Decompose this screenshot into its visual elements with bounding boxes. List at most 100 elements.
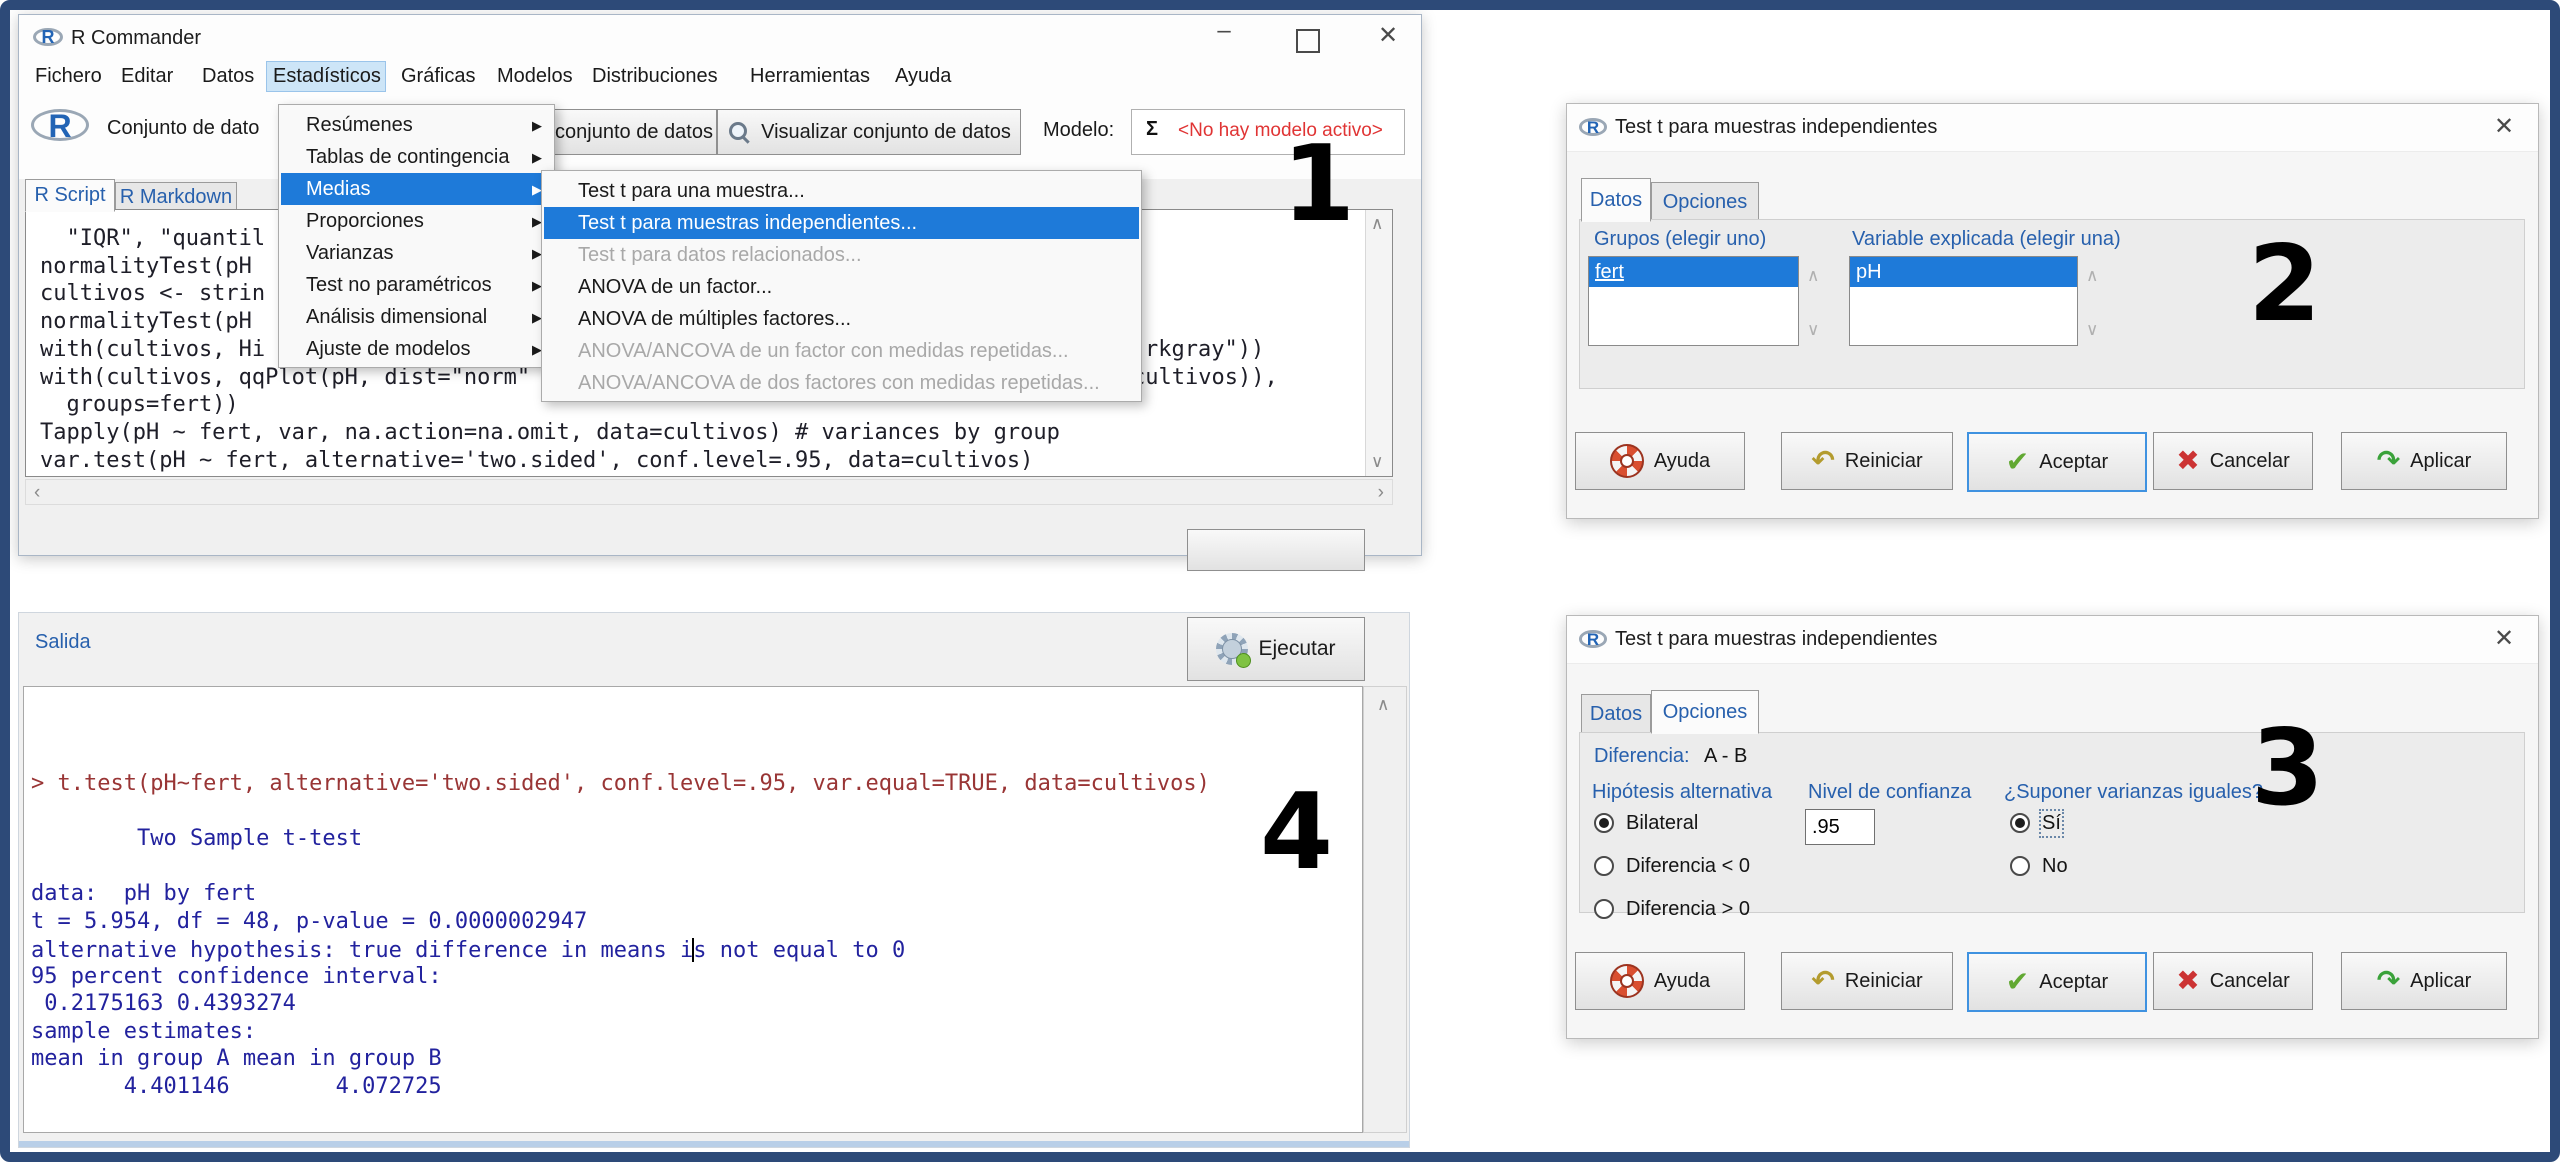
dialog-title: Test t para muestras independientes [1615,116,1937,139]
tab-opciones[interactable]: Opciones [1651,182,1759,222]
reiniciar-button[interactable]: ↶Reiniciar [1781,432,1953,490]
minimize-button[interactable]: – [1207,17,1241,45]
model-selector[interactable]: Σ <No hay modelo activo> [1131,109,1405,155]
close-button[interactable]: ✕ [1371,21,1405,50]
submenu-item-anova-un-factor[interactable]: ANOVA de un factor... [544,271,1139,303]
menu-ayuda[interactable]: Ayuda [895,65,951,88]
groups-label: Grupos (elegir uno) [1594,228,1766,251]
ayuda-label: Ayuda [1654,450,1710,473]
radio-diferencia-mayor-label[interactable]: Diferencia > 0 [1626,898,1750,921]
cancelar-button[interactable]: ✖Cancelar [2153,952,2313,1010]
output-vertical-scrollbar[interactable]: ∧ [1363,686,1407,1133]
menu-item-resumenes[interactable]: Resúmenes▶ [281,109,552,141]
aplicar-label: Aplicar [2410,970,2471,993]
script-vertical-scrollbar[interactable]: ∧ ∨ [1365,210,1392,476]
submenu-item-label: ANOVA/ANCOVA de un factor con medidas re… [578,335,1069,367]
edit-dataset-button[interactable]: conjunto de datos [551,109,717,155]
script-line: normalityTest(pH [40,254,265,279]
list-scroll-down-icon[interactable]: ∨ [1807,320,1819,340]
aplicar-button[interactable]: ↷Aplicar [2341,952,2507,1010]
groups-listbox[interactable]: fert [1588,256,1799,346]
submenu-item-anova-multiples-factores[interactable]: ANOVA de múltiples factores... [544,303,1139,335]
confidence-input[interactable] [1805,809,1875,845]
output-line: t = 5.954, df = 48, p-value = 0.00000029… [31,911,587,933]
aceptar-button[interactable]: ✔Aceptar [1967,952,2147,1012]
radio-no-label[interactable]: No [2042,855,2068,878]
menu-item-label: Proporciones [306,205,424,237]
response-item-label: pH [1856,261,1882,283]
tab-r-script[interactable]: R Script [25,179,115,212]
list-scroll-up-icon[interactable]: ∧ [2086,266,2098,286]
radio-no[interactable] [2010,856,2030,876]
menu-item-test-no-parametricos[interactable]: Test no paramétricos▶ [281,269,552,301]
close-icon: ✕ [2494,113,2514,140]
menu-editar[interactable]: Editar [121,65,173,88]
scroll-up-icon[interactable]: ∧ [1371,214,1383,234]
tab-datos[interactable]: Datos [1581,178,1651,222]
list-scroll-up-icon[interactable]: ∧ [1807,266,1819,286]
radio-diferencia-menor-label[interactable]: Diferencia < 0 [1626,855,1750,878]
submenu-item-test-t-datos-relacionados: Test t para datos relacionados... [544,239,1139,271]
green-check-icon: ✔ [2006,448,2029,476]
maximize-icon [1296,29,1320,53]
ayuda-label: Ayuda [1654,970,1710,993]
radio-bilateral-label[interactable]: Bilateral [1626,812,1698,835]
script-line-fragment: rkgray")) [1145,339,1264,361]
dataset-label: Conjunto de dato [107,117,259,140]
dataset-r-logo-icon[interactable]: R [31,103,89,149]
r-logo-letter: R [1579,630,1607,650]
reiniciar-button[interactable]: ↶Reiniciar [1781,952,1953,1010]
tab-datos[interactable]: Datos [1581,694,1651,734]
tab-r-markdown[interactable]: R Markdown [115,182,237,212]
radio-diferencia-mayor[interactable] [1594,899,1614,919]
list-scroll-down-icon[interactable]: ∨ [2086,320,2098,340]
menu-graficas[interactable]: Gráficas [401,65,475,88]
menu-item-tablas-contingencia[interactable]: Tablas de contingencia▶ [281,141,552,173]
ayuda-button[interactable]: Ayuda [1575,432,1745,490]
output-line-fragment: alternative hypothesis: true difference … [31,938,693,963]
dialog-close-button[interactable]: ✕ [2487,112,2521,141]
tab-opciones[interactable]: Opciones [1651,690,1759,734]
menu-item-ajuste-modelos[interactable]: Ajuste de modelos▶ [281,333,552,365]
output-line: 4.401146 4.072725 [31,1076,442,1098]
dialog-close-button[interactable]: ✕ [2487,624,2521,653]
aplicar-button[interactable]: ↷Aplicar [2341,432,2507,490]
view-dataset-button[interactable]: Visualizar conjunto de datos [717,109,1021,155]
ayuda-button[interactable]: Ayuda [1575,952,1745,1010]
radio-si[interactable] [2010,813,2030,833]
menu-fichero[interactable]: Fichero [35,65,102,88]
radio-bilateral[interactable] [1594,813,1614,833]
radio-si-label[interactable]: Sí [2042,812,2061,835]
panel-label-4: 4 [1260,780,1333,885]
menu-item-label: Ajuste de modelos [306,333,471,365]
output-line: sample estimates: [31,1021,256,1043]
submenu-item-test-t-muestras-independientes[interactable]: Test t para muestras independientes... [544,207,1139,239]
menu-item-proporciones[interactable]: Proporciones▶ [281,205,552,237]
maximize-button[interactable] [1291,29,1325,60]
menu-datos[interactable]: Datos [202,65,254,88]
groups-list-item-selected[interactable]: fert [1589,257,1798,287]
tab-r-script-label: R Script [34,184,105,207]
cropped-ejecutar-button-top[interactable] [1187,529,1365,571]
menu-item-medias[interactable]: Medias▶ [281,173,552,205]
script-horizontal-scrollbar[interactable]: ‹ › [25,479,1393,505]
radio-diferencia-menor[interactable] [1594,856,1614,876]
scroll-up-icon[interactable]: ∧ [1377,695,1389,715]
menu-herramientas[interactable]: Herramientas [750,65,870,88]
aceptar-button[interactable]: ✔Aceptar [1967,432,2147,492]
response-list-item-selected[interactable]: pH [1850,257,2077,287]
menu-item-varianzas[interactable]: Varianzas▶ [281,237,552,269]
ejecutar-button[interactable]: Ejecutar [1187,617,1365,681]
menu-modelos[interactable]: Modelos [497,65,573,88]
scroll-down-icon[interactable]: ∨ [1371,452,1383,472]
response-listbox[interactable]: pH [1849,256,2078,346]
red-x-icon: ✖ [2176,447,2199,475]
submenu-item-label: ANOVA/ANCOVA de dos factores con medidas… [578,367,1100,399]
menu-distribuciones[interactable]: Distribuciones [592,65,718,88]
menu-estadisticos[interactable]: Estadísticos [273,65,381,88]
cancelar-button[interactable]: ✖Cancelar [2153,432,2313,490]
scroll-left-icon[interactable]: ‹ [34,482,40,504]
scroll-right-icon[interactable]: › [1378,482,1384,504]
submenu-item-test-t-una-muestra[interactable]: Test t para una muestra... [544,175,1139,207]
menu-item-analisis-dimensional[interactable]: Análisis dimensional▶ [281,301,552,333]
